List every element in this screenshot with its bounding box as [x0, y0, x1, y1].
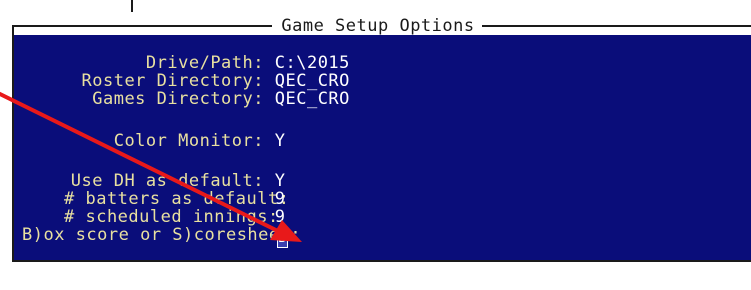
- text-cursor-input[interactable]: B: [276, 230, 288, 248]
- frame-left-edge: [12, 25, 14, 35]
- frame-top-right: [482, 25, 751, 27]
- dos-screen: Game Setup Options Drive/Path: C:\2015 R…: [0, 0, 751, 290]
- field-scheduled-innings[interactable]: # scheduled innings: 9: [64, 207, 286, 227]
- field-value[interactable]: 9: [275, 189, 286, 209]
- field-label: Use DH as default:: [70, 171, 264, 191]
- field-drive-path[interactable]: Drive/Path: C:\2015: [64, 53, 350, 73]
- field-label: Games Directory:: [92, 89, 264, 109]
- field-label: Roster Directory:: [81, 71, 264, 91]
- field-label: B)ox score or S)coresheet:: [22, 225, 302, 245]
- field-value[interactable]: C:\2015: [275, 53, 350, 73]
- field-color-monitor[interactable]: Color Monitor: Y: [64, 131, 286, 151]
- field-value[interactable]: Y: [275, 171, 286, 191]
- frame-tick: [131, 0, 133, 12]
- frame-top-left: [12, 25, 272, 27]
- field-label: # batters as default:: [64, 189, 290, 209]
- field-use-dh-default[interactable]: Use DH as default: Y: [64, 171, 286, 191]
- panel-bottom-border: [12, 260, 751, 262]
- field-games-directory[interactable]: Games Directory: QEC_CRO: [64, 89, 350, 109]
- field-label: # scheduled innings:: [64, 207, 279, 227]
- field-label: Drive/Path:: [145, 53, 264, 73]
- field-value[interactable]: Y: [275, 131, 286, 151]
- field-label: Color Monitor:: [113, 131, 264, 151]
- field-batters-default[interactable]: # batters as default: 9: [64, 189, 290, 209]
- field-value[interactable]: QEC_CRO: [275, 89, 350, 109]
- field-value[interactable]: 9: [275, 207, 286, 227]
- field-box-or-scoresheet[interactable]: B)ox score or S)coresheet: B: [22, 225, 302, 248]
- options-panel: Drive/Path: C:\2015 Roster Directory: QE…: [12, 35, 751, 260]
- field-roster-directory[interactable]: Roster Directory: QEC_CRO: [64, 71, 350, 91]
- panel-bottom-gap: [12, 260, 751, 290]
- field-value[interactable]: QEC_CRO: [275, 71, 350, 91]
